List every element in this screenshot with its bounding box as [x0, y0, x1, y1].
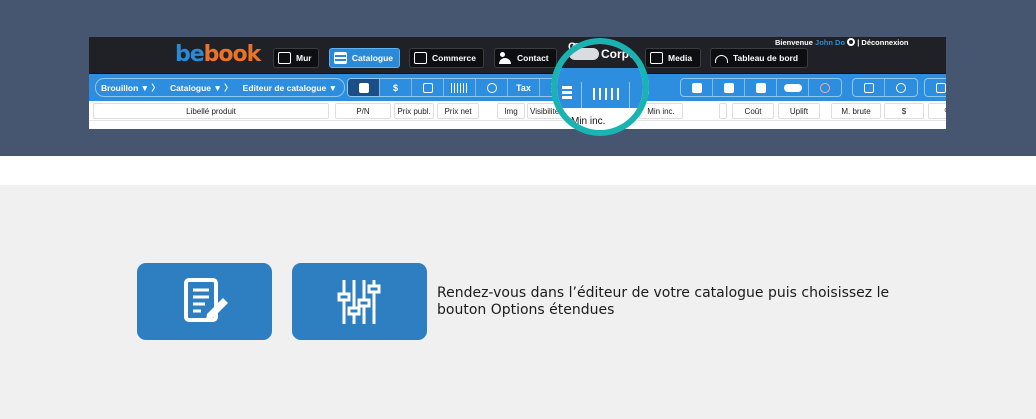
column-header-cost[interactable]: Coût [732, 103, 774, 119]
options-icon-card [292, 263, 427, 340]
tag-icon [723, 82, 734, 93]
disable-button[interactable] [809, 79, 841, 96]
app-top-bar: bebook Mur Catalogue Commerce Contact Co… [89, 37, 946, 74]
new-folder-button[interactable] [681, 79, 713, 96]
column-header-gross-margin[interactable]: M. brute [831, 103, 881, 119]
add-tag-button[interactable] [713, 79, 745, 96]
nav-contact-button[interactable]: Contact [494, 48, 557, 68]
edit-icon [278, 52, 291, 64]
cloud-button[interactable] [777, 79, 809, 96]
instruction-text: Rendez-vous dans l’éditeur de votre cata… [437, 285, 890, 318]
nav-dashboard-button[interactable]: Tableau de bord [710, 48, 808, 68]
toolbar-group-actions [680, 78, 842, 97]
extended-options-sliders-icon [337, 279, 380, 324]
editor-icon-card [137, 263, 272, 340]
column-header-pn[interactable]: P/N [335, 103, 391, 119]
price-tag-icon [358, 82, 369, 93]
breadcrumb-editor[interactable]: Editeur de catalogue ▼ [243, 83, 337, 93]
nav-catalogue-button[interactable]: Catalogue [329, 48, 400, 68]
nav-mur-button[interactable]: Mur [273, 48, 319, 68]
breadcrumb-draft[interactable]: Brouillon ▼ 〉 [101, 82, 160, 94]
toolbar-group-more [924, 78, 946, 97]
search-button[interactable] [885, 79, 917, 96]
column-header-label[interactable]: Libellé produit [93, 103, 329, 119]
toolbar-group-tools [852, 78, 918, 97]
tags-button[interactable] [745, 79, 777, 96]
calendar-icon [422, 82, 433, 93]
cloud-icon [783, 83, 802, 92]
list-icon [562, 86, 572, 100]
column-header-hidden [719, 103, 727, 119]
cloud-icon [569, 48, 599, 60]
column-header-img[interactable]: Img [497, 103, 525, 119]
magnifier-top-bar: Corpo [557, 44, 643, 68]
checklist-icon [414, 52, 427, 64]
grid-icon [334, 52, 347, 64]
barcode-button[interactable] [444, 79, 476, 96]
extended-options-icon[interactable] [593, 88, 619, 100]
search-icon [896, 82, 906, 93]
column-header-net-price[interactable]: Prix net [437, 103, 479, 119]
tax-button[interactable]: Tax [508, 79, 540, 96]
catalogue-editor-icon [183, 277, 228, 322]
gear-icon[interactable] [847, 38, 856, 46]
document-icon [863, 82, 874, 93]
barcode-icon [450, 82, 469, 93]
tags-icon [755, 82, 766, 93]
column-header-uplift[interactable]: Uplift [778, 103, 820, 119]
magnifier-divider [581, 82, 582, 108]
calendar-button[interactable] [412, 79, 444, 96]
globe-button[interactable] [476, 79, 508, 96]
column-header-dollar[interactable]: $ [884, 103, 924, 119]
column-header-public-price[interactable]: Prix publ. [394, 103, 434, 119]
breadcrumb-catalogue[interactable]: Catalogue ▼ 〉 [170, 82, 233, 94]
magnifier-column-label: Min inc. [571, 116, 606, 127]
magnifier-divider-right [629, 82, 630, 108]
breadcrumb: Brouillon ▼ 〉 Catalogue ▼ 〉 Editeur de c… [95, 78, 345, 97]
image-icon [650, 52, 663, 64]
bebook-logo: bebook [175, 42, 261, 67]
folder-icon [691, 82, 702, 93]
column-header-row: Libellé produit P/N Prix publ. Prix net … [89, 101, 946, 121]
nav-commerce-button[interactable]: Commerce [409, 48, 484, 68]
welcome-area: Bienvenue John Do | Déconnexion [775, 38, 909, 47]
catalogue-toolbar: Brouillon ▼ 〉 Catalogue ▼ 〉 Editeur de c… [89, 74, 946, 101]
document-button[interactable] [853, 79, 885, 96]
app-screenshot: bebook Mur Catalogue Commerce Contact Co… [89, 37, 946, 129]
forbidden-icon [820, 82, 830, 93]
gauge-icon [715, 55, 728, 63]
globe-icon [486, 82, 497, 93]
more-icon [936, 82, 946, 93]
price-tag-button[interactable] [348, 79, 380, 96]
user-name[interactable]: John Do [815, 38, 845, 47]
column-header-percent[interactable]: % [928, 103, 946, 119]
more-button[interactable] [925, 79, 946, 96]
magnifier-callout: Corpo Min inc. [551, 38, 649, 136]
nav-media-button[interactable]: Media [645, 48, 701, 68]
logout-link[interactable]: Déconnexion [861, 38, 908, 47]
people-icon [499, 52, 512, 64]
divider-band [0, 156, 1036, 185]
dollar-button[interactable]: $ [380, 79, 412, 96]
